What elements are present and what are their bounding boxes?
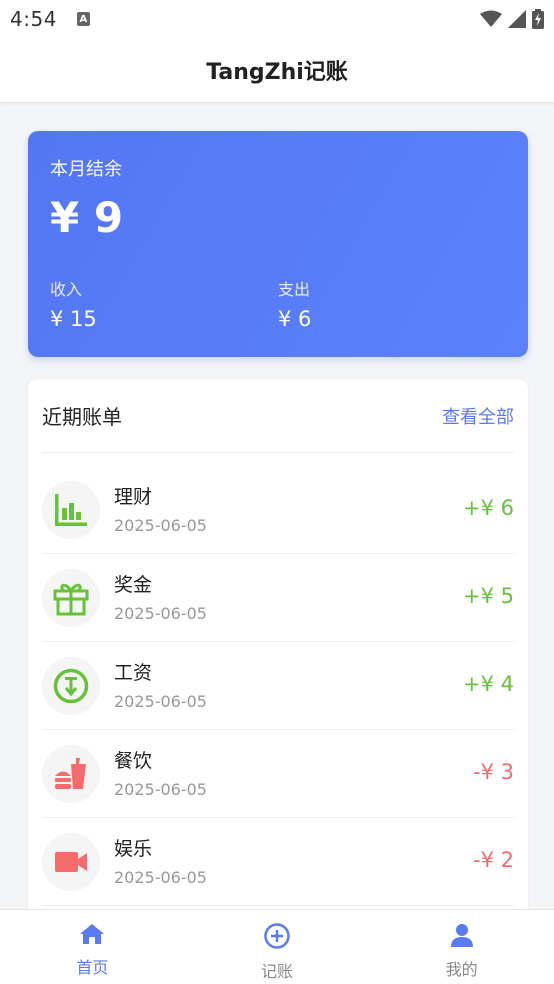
bill-row[interactable]: 理财 2025-06-05 +¥ 6 (42, 466, 514, 554)
tab-label: 首页 (76, 958, 109, 977)
status-time: 4:54 (10, 7, 57, 31)
bill-row[interactable]: 娱乐 2025-06-05 -¥ 2 (42, 818, 514, 906)
income-value: ¥ 15 (50, 307, 97, 331)
expense-label: 支出 (278, 280, 311, 299)
status-indicators (480, 9, 544, 29)
bill-date: 2025-06-05 (114, 780, 207, 799)
bill-amount: +¥ 4 (463, 672, 514, 696)
bill-icon-wrap (42, 745, 100, 803)
signal-icon (508, 10, 526, 28)
tab-record[interactable]: 记账 (185, 910, 370, 984)
bills-title: 近期账单 (42, 405, 122, 429)
bill-amount: -¥ 3 (473, 760, 514, 784)
notification-a-icon: A (76, 12, 90, 26)
video-camera-icon (55, 852, 87, 872)
salary-icon (53, 668, 89, 704)
battery-icon (532, 9, 544, 29)
bill-name: 工资 (114, 662, 153, 684)
app-title: TangZhi记账 (206, 60, 348, 85)
bill-icon-wrap (42, 833, 100, 891)
bills-header: 近期账单 查看全部 (42, 379, 514, 453)
bill-date: 2025-06-05 (114, 516, 207, 535)
monthly-balance-card: 本月结余 ¥ 9 收入 ¥ 15 支出 ¥ 6 (28, 131, 528, 357)
bill-name: 理财 (114, 486, 153, 508)
plus-circle-icon (264, 923, 290, 949)
tab-label: 我的 (445, 960, 478, 979)
wifi-icon (480, 10, 502, 27)
tab-profile[interactable]: 我的 (369, 910, 554, 984)
view-all-link[interactable]: 查看全部 (442, 403, 514, 429)
bill-row[interactable]: 工资 2025-06-05 +¥ 4 (42, 642, 514, 730)
tab-label: 记账 (261, 962, 294, 981)
home-icon (80, 924, 105, 944)
bill-icon-wrap (42, 481, 100, 539)
balance-label: 本月结余 (50, 159, 122, 180)
status-bar: 4:54 A (0, 0, 554, 38)
bill-amount: -¥ 2 (473, 848, 514, 872)
bill-date: 2025-06-05 (114, 692, 207, 711)
bill-row[interactable]: 奖金 2025-06-05 +¥ 5 (42, 554, 514, 642)
chart-bar-icon (55, 494, 87, 526)
bill-name: 娱乐 (114, 838, 153, 860)
bill-amount: +¥ 6 (463, 496, 514, 520)
balance-amount: ¥ 9 (50, 193, 124, 242)
income-label: 收入 (50, 280, 83, 299)
tab-home[interactable]: 首页 (0, 910, 185, 984)
bill-name: 奖金 (114, 574, 153, 596)
bill-icon-wrap (42, 569, 100, 627)
bill-row[interactable]: 餐饮 2025-06-05 -¥ 3 (42, 730, 514, 818)
recent-bills-card: 近期账单 查看全部 理财 2025-06-05 +¥ 6 奖金 2025-06-… (28, 379, 528, 919)
app-header: TangZhi记账 (0, 38, 554, 103)
bill-icon-wrap (42, 657, 100, 715)
bottom-tab-bar: 首页 记账 我的 (0, 909, 554, 984)
bill-amount: +¥ 5 (463, 584, 514, 608)
bill-date: 2025-06-05 (114, 868, 207, 887)
gift-icon (53, 583, 89, 616)
user-icon (450, 924, 473, 947)
bill-name: 餐饮 (114, 750, 153, 772)
bill-date: 2025-06-05 (114, 604, 207, 623)
fast-food-icon (55, 758, 86, 789)
expense-value: ¥ 6 (278, 307, 312, 331)
